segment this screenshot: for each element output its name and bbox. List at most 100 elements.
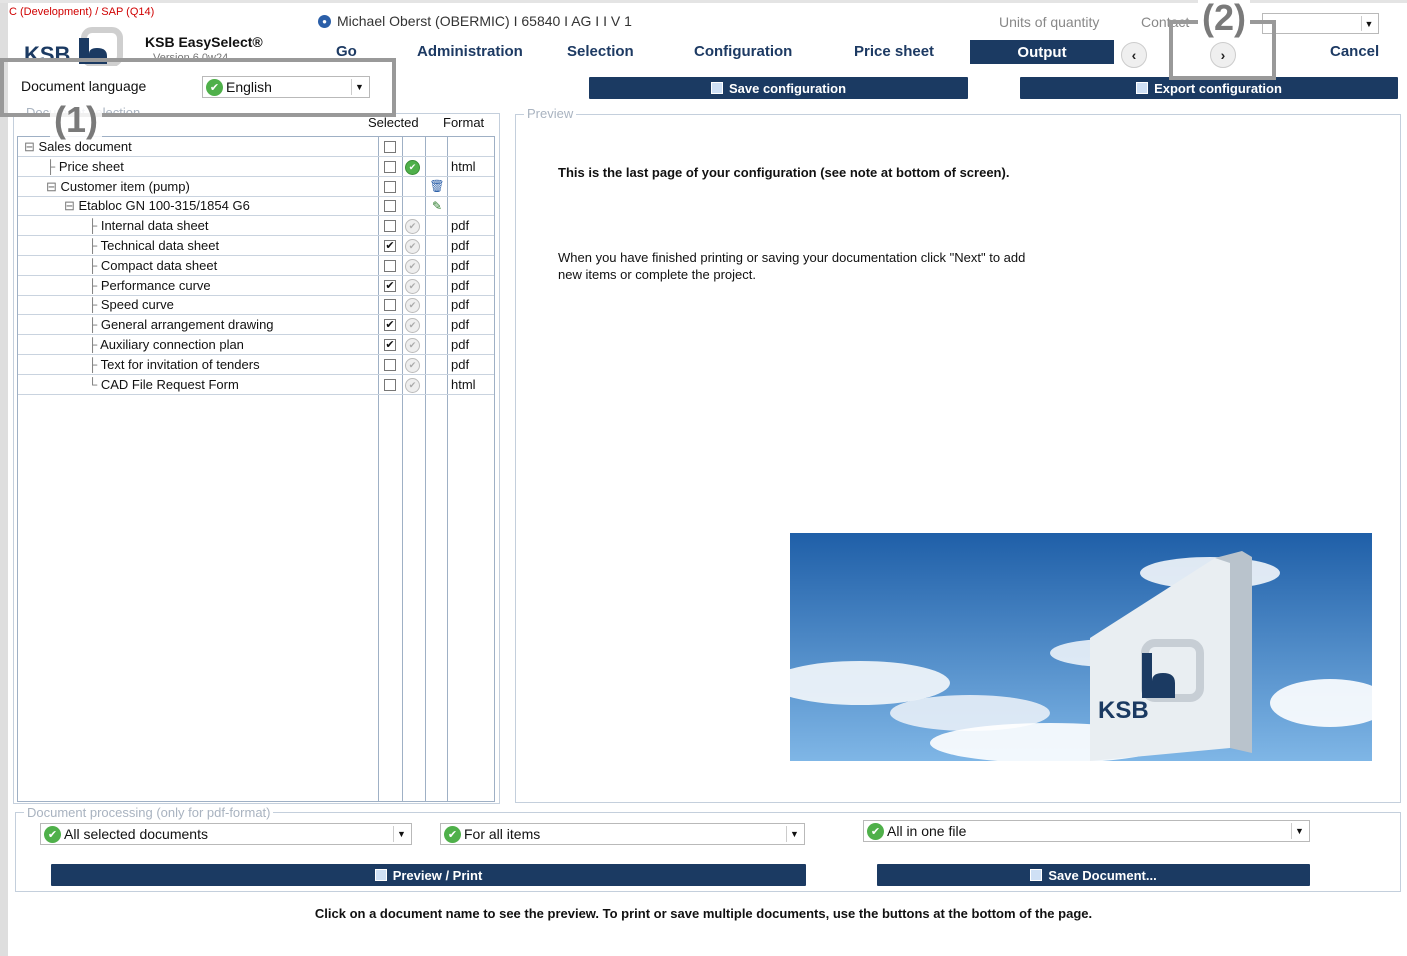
status-ok-icon: ✔ — [405, 159, 420, 175]
document-name-text: Price sheet — [58, 158, 124, 174]
document-name[interactable]: ├ General arrangement drawing — [88, 317, 274, 332]
document-format: pdf — [451, 356, 470, 372]
nav-price-sheet[interactable]: Price sheet — [854, 43, 934, 62]
document-format: pdf — [451, 337, 470, 352]
status-pending-icon: ✔ — [405, 318, 420, 334]
collapse-icon[interactable]: ⊟ — [24, 139, 39, 154]
status-pending-icon: ✔ — [405, 377, 420, 393]
document-name-text: Compact data sheet — [100, 257, 218, 273]
document-name[interactable]: └ CAD File Request Form — [88, 377, 239, 392]
tree-row[interactable]: ├ General arrangement drawing ✔ ✔ pdf — [18, 315, 494, 336]
document-name-text: General arrangement drawing — [100, 317, 274, 333]
tree-row[interactable]: ⊟ Customer item (pump) 🗑 — [18, 177, 494, 197]
document-name[interactable]: ├ Performance curve — [88, 278, 211, 293]
tree-row[interactable]: ├ Price sheet ✔ html — [18, 157, 494, 177]
preview-print-button[interactable]: Preview / Print — [51, 864, 806, 886]
items-scope-select[interactable]: ✔ For all items ▼ — [440, 823, 805, 845]
user-info: ● Michael Oberst (OBERMIC) I 65840 I AG … — [318, 13, 632, 29]
document-name-text: CAD File Request Form — [100, 376, 239, 392]
document-format: pdf — [451, 257, 470, 273]
select-checkbox[interactable]: ✔ — [384, 319, 396, 332]
check-icon: ✔ — [44, 825, 61, 843]
tree-row[interactable]: ├ Compact data sheet ✔ pdf — [18, 256, 494, 276]
previous-button[interactable]: ‹ — [1121, 42, 1147, 68]
tree-branch-icon: ├ — [88, 218, 101, 234]
annotation-label-2: (2) — [1198, 0, 1250, 36]
tree-row[interactable]: ⊟ Sales document — [18, 137, 494, 157]
tree-row[interactable]: ├ Internal data sheet ✔ pdf — [18, 216, 494, 237]
nav-selection[interactable]: Selection — [567, 43, 634, 62]
save-configuration-button[interactable]: Save configuration — [589, 77, 968, 99]
top-right-select[interactable]: ▼ — [1262, 13, 1379, 34]
document-name[interactable]: ├ Text for invitation of tenders — [88, 357, 260, 372]
nav-administration[interactable]: Administration — [417, 43, 523, 62]
document-name-text: Performance curve — [100, 277, 211, 293]
units-of-quantity-link[interactable]: Units of quantity — [999, 14, 1099, 30]
document-format: pdf — [451, 218, 470, 234]
select-checkbox[interactable]: ✔ — [384, 339, 396, 351]
tree-branch-icon: ├ — [46, 158, 59, 174]
edit-icon[interactable]: ✎ — [431, 198, 443, 213]
document-name[interactable]: ⊟ Customer item (pump) — [46, 179, 190, 195]
select-checkbox[interactable] — [384, 200, 396, 213]
document-name-text: Text for invitation of tenders — [100, 356, 260, 372]
select-checkbox[interactable] — [384, 299, 396, 312]
select-checkbox[interactable] — [384, 160, 396, 173]
document-name[interactable]: ⊟ Etabloc GN 100-315/1854 G6 — [64, 198, 250, 214]
select-checkbox[interactable] — [384, 220, 396, 233]
document-name[interactable]: ⊟ Sales document — [24, 139, 132, 155]
tree-row[interactable]: ├ Auxiliary connection plan ✔ ✔ pdf — [18, 335, 494, 355]
select-checkbox[interactable]: ✔ — [384, 240, 396, 252]
collapse-icon[interactable]: ⊟ — [46, 179, 61, 194]
document-name-text: Etabloc GN 100-315/1854 G6 — [78, 198, 250, 214]
document-name[interactable]: ├ Internal data sheet — [88, 218, 209, 233]
environment-label: C (Development) / SAP (Q14) — [9, 6, 155, 18]
chevron-down-icon: ▼ — [786, 826, 802, 842]
document-name[interactable]: ├ Price sheet — [46, 159, 124, 174]
tree-row[interactable]: └ CAD File Request Form ✔ html — [18, 375, 494, 395]
nav-output[interactable]: Output — [970, 40, 1114, 64]
document-name[interactable]: ├ Auxiliary connection plan — [88, 337, 244, 352]
document-name-text: Auxiliary connection plan — [100, 337, 244, 352]
collapse-icon[interactable]: ⊟ — [64, 198, 79, 213]
tree-row[interactable]: ├ Text for invitation of tenders ✔ pdf — [18, 355, 494, 375]
top-border — [0, 0, 1407, 3]
status-pending-icon: ✔ — [405, 298, 420, 314]
nav-configuration[interactable]: Configuration — [694, 43, 792, 62]
save-document-button[interactable]: Save Document... — [877, 864, 1310, 886]
tree-row[interactable]: ├ Technical data sheet ✔ ✔ pdf — [18, 236, 494, 256]
document-name[interactable]: ├ Technical data sheet — [88, 238, 219, 253]
document-format: pdf — [451, 277, 470, 293]
select-checkbox[interactable] — [384, 259, 396, 272]
tree-row[interactable]: ⊟ Etabloc GN 100-315/1854 G6 ✎ — [18, 196, 494, 217]
tree-branch-icon: ├ — [88, 257, 101, 273]
document-name-text: Technical data sheet — [100, 238, 220, 253]
export-configuration-button[interactable]: Export configuration — [1020, 77, 1398, 99]
export-configuration-label: Export configuration — [1154, 80, 1282, 96]
col-header-format: Format — [443, 115, 485, 130]
tree-branch-icon: ├ — [88, 297, 101, 313]
tree-branch-icon: └ — [88, 376, 101, 392]
check-icon: ✔ — [867, 822, 884, 840]
select-checkbox[interactable] — [384, 378, 396, 391]
tree-row[interactable]: ├ Performance curve ✔ ✔ pdf — [18, 276, 494, 296]
preview-legend: Preview — [524, 106, 577, 121]
document-format: pdf — [451, 238, 470, 253]
tree-branch-icon: ├ — [88, 356, 101, 372]
nav-cancel[interactable]: Cancel — [1330, 43, 1379, 62]
documents-scope-select[interactable]: ✔ All selected documents ▼ — [40, 823, 412, 845]
document-name-text: Speed curve — [100, 297, 174, 313]
chevron-down-icon: ▼ — [1361, 16, 1376, 31]
select-checkbox[interactable] — [384, 141, 396, 153]
select-checkbox[interactable]: ✔ — [384, 279, 396, 292]
select-checkbox[interactable] — [384, 180, 396, 193]
document-name-text: Customer item (pump) — [60, 178, 190, 194]
status-pending-icon: ✔ — [405, 239, 420, 254]
document-name[interactable]: ├ Speed curve — [88, 297, 174, 312]
file-mode-select[interactable]: ✔ All in one file ▼ — [863, 820, 1310, 842]
select-checkbox[interactable] — [384, 358, 396, 371]
preview-print-label: Preview / Print — [392, 867, 483, 883]
trash-icon[interactable]: 🗑 — [429, 179, 444, 194]
document-name[interactable]: ├ Compact data sheet — [88, 258, 217, 273]
tree-row[interactable]: ├ Speed curve ✔ pdf — [18, 295, 494, 316]
